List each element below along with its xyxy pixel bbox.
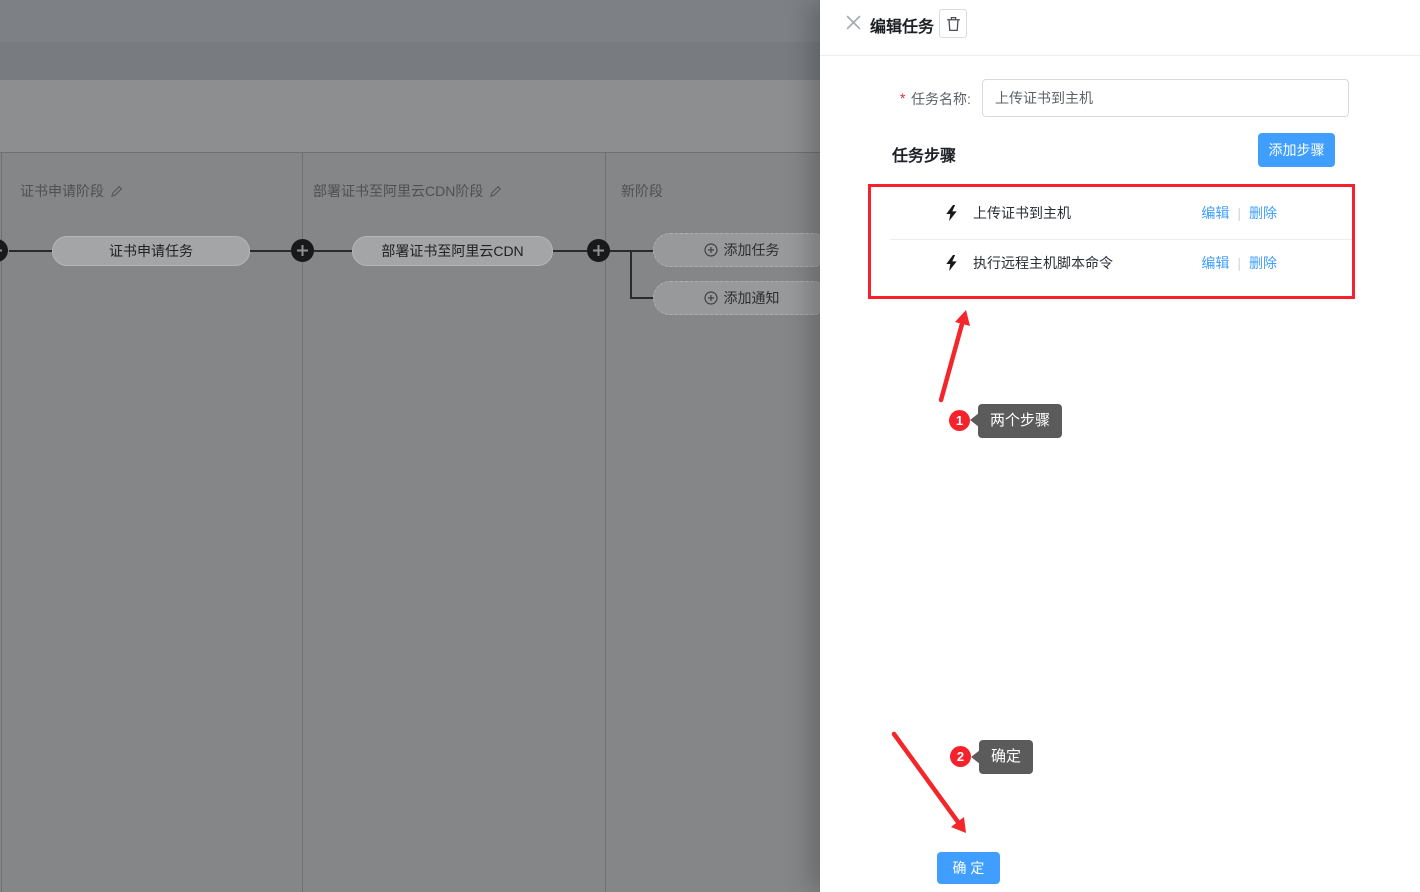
stage-divider	[1, 152, 2, 892]
lightning-icon	[945, 205, 958, 221]
step-row-1[interactable]: 上传证书到主机 编辑 | 删除	[868, 187, 1355, 239]
stage-title-text: 证书申请阶段	[20, 181, 104, 201]
task-name-input[interactable]	[982, 79, 1349, 117]
circle-plus-icon	[704, 291, 718, 305]
annotation-badge-1: 1	[949, 410, 970, 431]
task-node-label: 证书申请任务	[109, 241, 193, 261]
page-top-bar	[0, 0, 820, 42]
step-name: 执行远程主机脚本命令	[973, 253, 1113, 273]
trash-icon	[946, 16, 961, 32]
stage-divider	[605, 152, 606, 892]
add-notify-button[interactable]: 添加通知	[653, 281, 820, 315]
add-stage-button[interactable]	[587, 239, 610, 262]
steps-section-title: 任务步骤	[892, 142, 956, 166]
edit-stage-icon[interactable]	[110, 185, 123, 198]
step-actions: 编辑 | 删除	[1201, 253, 1277, 273]
stage-title-text: 部署证书至阿里云CDN阶段	[313, 181, 483, 201]
step-name: 上传证书到主机	[973, 203, 1071, 223]
edit-task-drawer: 编辑任务 * 任务名称: 任务步骤 添加步骤 上传证书到主机 编辑 | 删除 执…	[820, 0, 1420, 892]
required-mark: *	[900, 90, 905, 106]
add-stage-button[interactable]	[0, 239, 8, 262]
step-actions: 编辑 | 删除	[1201, 203, 1277, 223]
page-sub-bar	[0, 42, 820, 80]
add-step-button[interactable]: 添加步骤	[1258, 133, 1335, 167]
header-divider	[820, 55, 1420, 56]
stage-title-text: 新阶段	[621, 181, 663, 201]
add-task-button[interactable]: 添加任务	[653, 233, 820, 267]
circle-plus-icon	[704, 243, 718, 257]
connector-branch-line	[630, 250, 632, 298]
connector-line	[630, 297, 653, 299]
stage-title-3: 新阶段	[621, 181, 663, 201]
close-icon[interactable]	[845, 14, 862, 31]
task-name-label: 任务名称:	[911, 89, 971, 109]
delete-step-link[interactable]: 删除	[1249, 253, 1277, 273]
edit-stage-icon[interactable]	[489, 185, 502, 198]
step-row-2[interactable]: 执行远程主机脚本命令 编辑 | 删除	[868, 240, 1355, 292]
pipeline-canvas: 证书申请阶段 部署证书至阿里云CDN阶段 新阶段 证书申请任务 部署证书至阿里云…	[0, 0, 820, 892]
connector-line	[9, 250, 52, 252]
edit-step-link[interactable]: 编辑	[1201, 203, 1229, 223]
drawer-title: 编辑任务	[870, 13, 934, 37]
stage-title-2: 部署证书至阿里云CDN阶段	[313, 181, 502, 201]
confirm-button[interactable]: 确 定	[937, 852, 1000, 884]
add-stage-button[interactable]	[291, 239, 314, 262]
lightning-icon	[945, 255, 958, 271]
edit-step-link[interactable]: 编辑	[1201, 253, 1229, 273]
delete-task-button[interactable]	[939, 9, 967, 38]
task-node-cert-request[interactable]: 证书申请任务	[52, 236, 250, 266]
task-node-label: 部署证书至阿里云CDN	[381, 241, 523, 261]
link-separator: |	[1237, 255, 1241, 271]
delete-step-link[interactable]: 删除	[1249, 203, 1277, 223]
stage-divider	[302, 152, 303, 892]
canvas-toolbar-band	[0, 80, 820, 152]
task-node-deploy-cdn[interactable]: 部署证书至阿里云CDN	[352, 236, 553, 266]
connector-line	[314, 250, 352, 252]
connector-line	[250, 250, 293, 252]
stage-title-1: 证书申请阶段	[20, 181, 123, 201]
add-notify-label: 添加通知	[724, 288, 780, 308]
link-separator: |	[1237, 205, 1241, 221]
connector-line	[553, 250, 588, 252]
annotation-badge-2: 2	[950, 746, 971, 767]
annotation-tooltip-1: 两个步骤	[978, 404, 1062, 438]
annotation-tooltip-2: 确定	[979, 740, 1033, 774]
add-task-label: 添加任务	[724, 240, 780, 260]
